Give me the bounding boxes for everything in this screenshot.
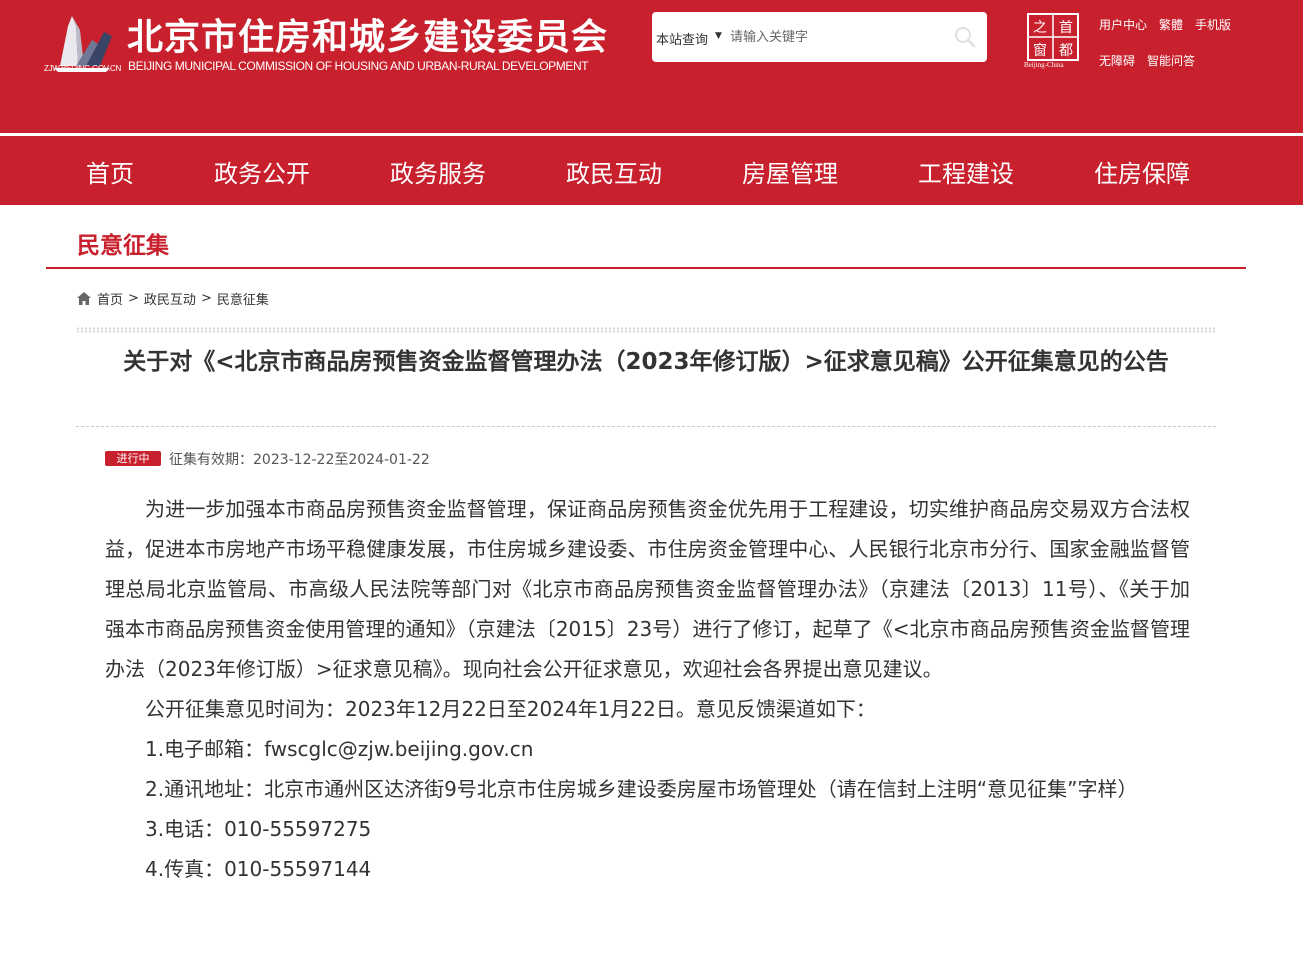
nav-item-gov-services[interactable]: 政务服务 [390, 154, 486, 189]
breadcrumb: 首页 > 政民互动 > 民意征集 [77, 289, 269, 308]
nav-item-interaction[interactable]: 政民互动 [566, 154, 662, 189]
article-paragraph: 公开征集意见时间为：2023年12月22日至2024年1月22日。意见反馈渠道如… [145, 697, 876, 721]
nav-item-home[interactable]: 首页 [86, 154, 134, 189]
search-icon [955, 27, 976, 48]
smart-qa-link[interactable]: 智能问答 [1147, 52, 1195, 69]
nav-item-gov-affairs[interactable]: 政务公开 [214, 154, 310, 189]
contact-fax: 4.传真：010-55597144 [145, 857, 372, 881]
contact-phone: 3.电话：010-55597275 [145, 817, 372, 841]
dotted-divider [76, 327, 1216, 333]
capital-logo-char: 首 [1059, 20, 1073, 36]
breadcrumb-separator: > [200, 291, 212, 306]
capital-logo-char: 窗 [1033, 42, 1047, 59]
breadcrumb-interaction[interactable]: 政民互动 [144, 289, 196, 308]
home-icon [77, 292, 91, 305]
contact-email[interactable]: 1.电子邮箱：fwscglc@zjw.beijing.gov.cn [105, 729, 1190, 769]
nav-item-housing[interactable]: 房屋管理 [742, 154, 838, 189]
search-input[interactable] [730, 25, 940, 49]
logo-url: ZJW.BEIJING.GOV.CN [44, 64, 121, 73]
accessibility-link[interactable]: 无障碍 [1099, 52, 1135, 69]
user-center-link[interactable]: 用户中心 [1099, 16, 1147, 33]
title-divider [76, 426, 1216, 427]
status-badge: 进行中 [105, 451, 161, 466]
search-box: 本站查询 ▼ [652, 12, 987, 62]
article-title: 关于对《<北京市商品房预售资金监督管理办法（2023年修订版）>征求意见稿》公开… [123, 349, 1169, 375]
nav-item-housing-security[interactable]: 住房保障 [1094, 154, 1190, 189]
article-body: 为进一步加强本市商品房预售资金监督管理，保证商品房预售资金优先用于工程建设，切实… [105, 489, 1190, 889]
site-header: ZJW.BEIJING.GOV.CN 北京市住房和城乡建设委员会 BEIJING… [0, 0, 1303, 133]
site-title[interactable]: 北京市住房和城乡建设委员会 [127, 8, 608, 60]
caret-down-icon[interactable]: ▼ [715, 31, 722, 41]
validity-period: 征集有效期：2023-12-22至2024-01-22 [169, 452, 430, 468]
capital-logo-char: 之 [1033, 20, 1047, 36]
main-nav: 首页 政务公开 政务服务 政民互动 房屋管理 工程建设 住房保障 [0, 136, 1303, 205]
search-button[interactable] [952, 25, 978, 51]
traditional-chinese-link[interactable]: 繁體 [1159, 16, 1183, 33]
section-divider [46, 267, 1246, 269]
capital-logo-caption: Beijing-China [1024, 61, 1064, 69]
breadcrumb-separator: > [128, 291, 139, 306]
mobile-version-link[interactable]: 手机版 [1195, 16, 1231, 33]
nav-item-construction[interactable]: 工程建设 [918, 154, 1014, 189]
site-subtitle: BEIJING MUNICIPAL COMMISSION OF HOUSING … [128, 59, 589, 73]
search-scope-select[interactable]: 本站查询 [656, 29, 708, 48]
breadcrumb-home[interactable]: 首页 [97, 289, 123, 308]
capital-logo-char: 都 [1059, 43, 1073, 59]
article-paragraph: 为进一步加强本市商品房预售资金监督管理，保证商品房预售资金优先用于工程建设，切实… [105, 497, 1190, 681]
contact-address: 2.通讯地址：北京市通州区达济街9号北京市住房城乡建设委房屋市场管理处（请在信封… [145, 777, 1138, 801]
capital-window-logo-icon[interactable]: 之 首 窗 都 [1026, 12, 1080, 68]
section-title: 民意征集 [77, 233, 169, 259]
breadcrumb-current[interactable]: 民意征集 [217, 289, 269, 308]
